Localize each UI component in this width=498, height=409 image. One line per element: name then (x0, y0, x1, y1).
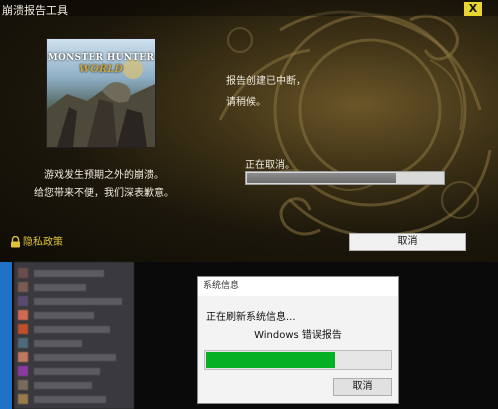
apology-line-2: 给您带来不便，我们深表歉意。 (34, 188, 174, 199)
title-bar: 崩溃报告工具 X (0, 0, 498, 17)
ornament-background-decoration (218, 10, 492, 238)
list-item (18, 352, 128, 362)
game-cover-art: MONSTER HUNTER WORLD (46, 38, 156, 148)
list-item (18, 338, 128, 348)
dialog-progress-fill (206, 352, 335, 368)
list-item-text (34, 354, 116, 361)
dialog-status-text: 正在刷新系统信息... (206, 312, 296, 323)
cover-title: MONSTER HUNTER (47, 53, 155, 63)
list-item-icon (18, 296, 28, 306)
apology-line-1: 游戏发生预期之外的崩溃。 (44, 170, 164, 181)
dialog-cancel-button[interactable]: 取消 (333, 378, 392, 396)
status-line-1: 报告创建已中断， (226, 76, 306, 87)
status-line-2: 请稍候。 (226, 97, 266, 108)
list-item-text (34, 368, 100, 375)
system-info-dialog: 系统信息 正在刷新系统信息... Windows 错误报告 取消 (197, 276, 399, 404)
cancel-progress-bar (245, 171, 445, 185)
list-item-text (34, 312, 94, 319)
list-item-text (34, 382, 92, 389)
cancel-button[interactable]: 取消 (349, 233, 466, 251)
dialog-title: 系统信息 (198, 277, 398, 296)
list-item (18, 310, 128, 320)
list-item (18, 394, 128, 404)
cancel-progress-fill (247, 173, 396, 183)
list-item-icon (18, 366, 28, 376)
list-item-text (34, 396, 106, 403)
list-item-icon (18, 324, 28, 334)
list-item-icon (18, 352, 28, 362)
list-item-icon (18, 310, 28, 320)
list-item (18, 380, 128, 390)
list-item (18, 366, 128, 376)
blurred-background-list (14, 262, 134, 409)
list-item-text (34, 298, 122, 305)
list-item-icon (18, 282, 28, 292)
dialog-heading: Windows 错误报告 (254, 330, 342, 341)
list-item-text (34, 326, 110, 333)
dialog-progress-bar (204, 350, 392, 370)
crash-report-window: 崩溃报告工具 X MONSTER HUNTER WORLD 游戏发生预期之外的崩… (0, 0, 498, 262)
list-item-text (34, 270, 104, 277)
list-item-icon (18, 268, 28, 278)
privacy-policy-label: 隐私政策 (23, 237, 63, 248)
lock-icon (11, 236, 20, 248)
progress-label: 正在取消。 (245, 160, 295, 171)
list-item (18, 268, 128, 278)
list-item-icon (18, 338, 28, 348)
taskbar-strip (0, 262, 12, 409)
list-item (18, 282, 128, 292)
close-button[interactable]: X (464, 2, 482, 16)
list-item-icon (18, 394, 28, 404)
cover-subtitle: WORLD (79, 64, 123, 75)
privacy-policy-link[interactable]: 隐私政策 (10, 236, 63, 250)
window-title: 崩溃报告工具 (2, 4, 68, 17)
list-item (18, 296, 128, 306)
list-item-icon (18, 380, 28, 390)
list-item-text (34, 340, 82, 347)
list-item (18, 324, 128, 334)
list-item-text (34, 284, 86, 291)
